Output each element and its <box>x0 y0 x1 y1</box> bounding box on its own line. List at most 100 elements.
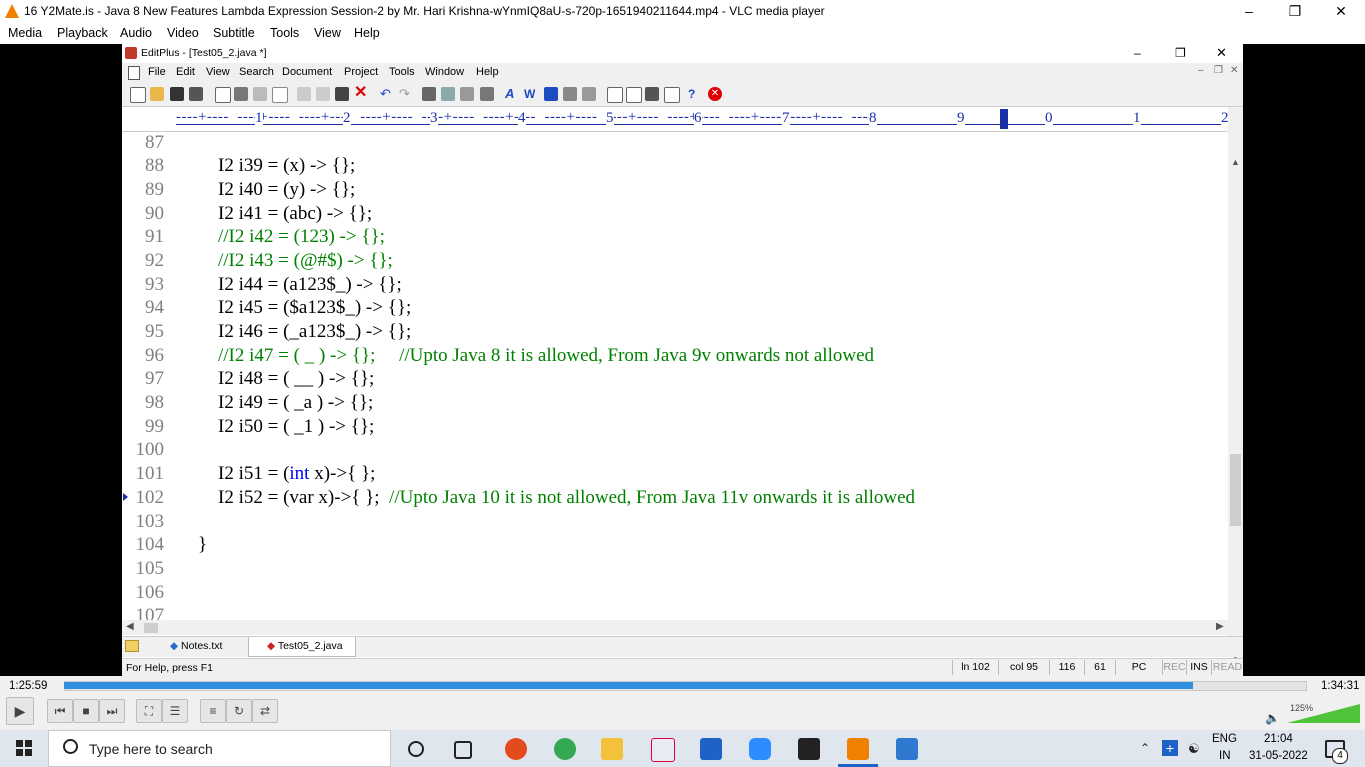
tray-chevron-icon[interactable]: ⌃ <box>1140 741 1150 755</box>
paste-icon[interactable] <box>335 87 349 101</box>
wifi-icon[interactable]: ☯ <box>1188 741 1200 757</box>
word-wrap-icon[interactable]: W <box>524 87 538 101</box>
shuffle-button[interactable]: ⇄ <box>252 699 278 723</box>
undo-icon[interactable]: ↶ <box>380 87 394 101</box>
sticky-notes-icon[interactable] <box>798 738 820 760</box>
output-icon[interactable] <box>645 87 659 101</box>
playlist-button[interactable]: ≡ <box>200 699 226 723</box>
loop-button[interactable]: ↻ <box>226 699 252 723</box>
ep-close-button[interactable]: ✕ <box>1216 45 1227 61</box>
total-time: 1:34:31 <box>1321 680 1360 692</box>
language-code[interactable]: ENG <box>1212 733 1237 745</box>
preferences-icon[interactable] <box>582 87 596 101</box>
browser-icon[interactable] <box>272 87 288 103</box>
fullscreen-icon[interactable] <box>664 87 680 103</box>
task-view-icon[interactable] <box>454 741 472 759</box>
next-button[interactable]: ⏭ <box>99 699 125 723</box>
language-region[interactable]: IN <box>1219 750 1231 762</box>
fullscreen-button[interactable]: ⛶ <box>136 699 162 723</box>
windows-start-icon[interactable] <box>16 740 32 756</box>
goto-icon[interactable] <box>480 87 494 101</box>
spellcheck-icon[interactable] <box>253 87 267 101</box>
tab-notes[interactable]: ◆ Notes.txt <box>170 640 222 652</box>
play-button[interactable]: ▶ <box>6 697 34 725</box>
horizontal-scroll-thumb[interactable] <box>144 623 158 633</box>
exit-icon[interactable]: ✕ <box>708 87 722 101</box>
menu-media[interactable]: Media <box>8 26 42 40</box>
cliptext-icon[interactable] <box>607 87 623 103</box>
ruler-icon[interactable] <box>563 87 577 101</box>
folder-icon[interactable] <box>125 640 139 652</box>
find-in-files-icon[interactable] <box>460 87 474 101</box>
mdi-minimize-button[interactable]: – <box>1198 65 1204 76</box>
photos-icon[interactable] <box>896 738 918 760</box>
print-icon[interactable] <box>234 87 248 101</box>
mdi-restore-button[interactable]: ❐ <box>1214 65 1223 76</box>
ep-menu-document[interactable]: Document <box>282 66 332 78</box>
snipping-tool-icon[interactable] <box>651 738 675 762</box>
close-button[interactable]: ✕ <box>1318 0 1364 23</box>
restore-button[interactable]: ❐ <box>1272 0 1318 23</box>
help-icon[interactable]: ? <box>688 87 702 101</box>
editplus-title: EditPlus - [Test05_2.java *] <box>141 47 267 59</box>
clock-time[interactable]: 21:04 <box>1264 733 1293 745</box>
screen-recorder-icon[interactable] <box>505 738 527 760</box>
menu-subtitle[interactable]: Subtitle <box>213 26 255 40</box>
ep-minimize-button[interactable]: – <box>1134 46 1141 60</box>
cut-icon[interactable] <box>297 87 311 101</box>
redo-icon[interactable]: ↷ <box>399 87 413 101</box>
menu-audio[interactable]: Audio <box>120 26 152 40</box>
ep-menu-tools[interactable]: Tools <box>389 66 415 78</box>
ep-maximize-button[interactable]: ❐ <box>1175 46 1186 60</box>
open-folder-icon[interactable] <box>150 87 164 101</box>
line-number-icon[interactable] <box>544 87 558 101</box>
ep-menu-help[interactable]: Help <box>476 66 499 78</box>
scroll-left-icon[interactable]: ◀ <box>126 621 134 632</box>
ep-menu-file[interactable]: File <box>148 66 166 78</box>
font-icon[interactable]: A <box>505 87 519 101</box>
find-icon[interactable] <box>422 87 436 101</box>
vlc-taskbar-icon[interactable] <box>847 738 869 760</box>
ep-menu-edit[interactable]: Edit <box>176 66 195 78</box>
menu-playback[interactable]: Playback <box>57 26 108 40</box>
previous-button[interactable]: ⏮ <box>47 699 73 723</box>
ep-menu-window[interactable]: Window <box>425 66 464 78</box>
file-explorer-icon[interactable] <box>601 738 623 760</box>
save-all-icon[interactable] <box>189 87 203 101</box>
ep-menu-search[interactable]: Search <box>239 66 274 78</box>
menu-view[interactable]: View <box>314 26 341 40</box>
scroll-right-icon[interactable]: ▶ <box>1216 621 1224 632</box>
tab-test05[interactable]: ◆ Test05_2.java <box>267 640 343 652</box>
mdi-close-button[interactable]: ✕ <box>1230 65 1238 76</box>
menu-tools[interactable]: Tools <box>270 26 299 40</box>
chrome-icon[interactable] <box>554 738 576 760</box>
cortana-icon[interactable] <box>408 741 424 757</box>
menu-video[interactable]: Video <box>167 26 199 40</box>
line-number: 93 <box>145 274 164 295</box>
menu-help[interactable]: Help <box>354 26 380 40</box>
store-icon[interactable] <box>700 738 722 760</box>
copy-icon[interactable] <box>316 87 330 101</box>
zoom-icon[interactable] <box>749 738 771 760</box>
save-icon[interactable] <box>170 87 184 101</box>
taskbar-search-box[interactable]: Type here to search <box>48 730 391 767</box>
stop-button[interactable]: ■ <box>73 699 99 723</box>
code-editor[interactable]: 87 88 I2 i39 = (x) -> {}; 89 I2 i40 = (y… <box>122 132 1228 666</box>
directory-icon[interactable] <box>626 87 642 103</box>
clock-date[interactable]: 31-05-2022 <box>1249 750 1308 762</box>
minimize-button[interactable]: – <box>1226 0 1272 23</box>
print-preview-icon[interactable] <box>215 87 231 103</box>
extended-settings-button[interactable]: ☰ <box>162 699 188 723</box>
ep-menu-project[interactable]: Project <box>344 66 378 78</box>
replace-icon[interactable] <box>441 87 455 101</box>
new-file-icon[interactable] <box>130 87 146 103</box>
tray-app-icon[interactable]: + <box>1162 740 1178 756</box>
vertical-scrollbar[interactable]: ▲ ▼ <box>1228 107 1243 666</box>
horizontal-scrollbar[interactable]: ◀ ▶ <box>122 620 1228 635</box>
speaker-icon[interactable]: 🔈 <box>1265 711 1280 725</box>
ep-menu-view[interactable]: View <box>206 66 230 78</box>
vertical-scroll-thumb[interactable] <box>1230 454 1241 526</box>
scroll-up-icon[interactable]: ▲ <box>1231 157 1240 167</box>
delete-icon[interactable]: ✕ <box>354 85 368 101</box>
line-number: 87 <box>145 132 164 153</box>
